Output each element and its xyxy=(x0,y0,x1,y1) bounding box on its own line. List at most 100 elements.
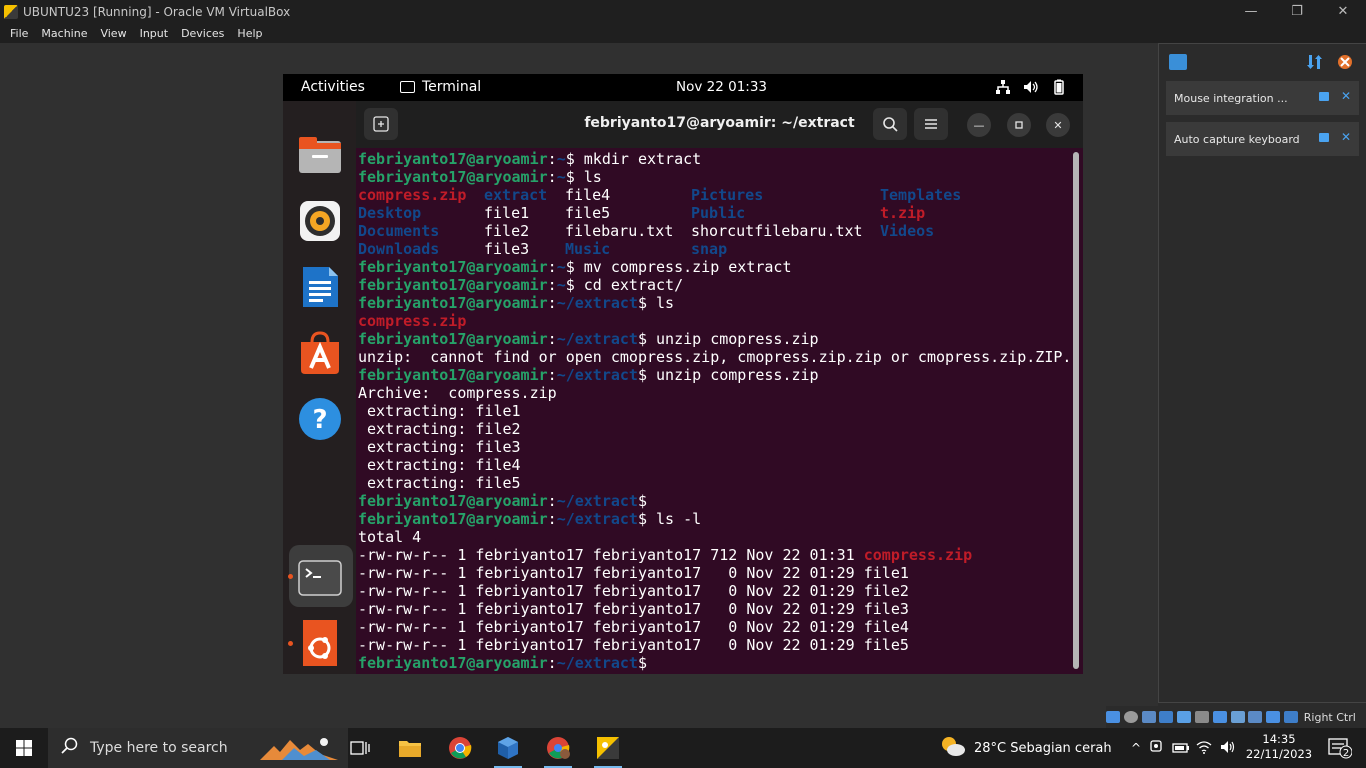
volume-icon[interactable] xyxy=(1220,739,1244,758)
taskbar-clock[interactable]: 14:35 22/11/2023 xyxy=(1244,732,1314,762)
terminal-icon[interactable] xyxy=(297,555,343,601)
prompt-user-host: febriyanto17@aryoamir xyxy=(358,330,548,348)
rhythmbox-icon[interactable] xyxy=(297,198,343,244)
chrome-profile-icon[interactable] xyxy=(534,728,582,768)
notification-info-icon[interactable] xyxy=(1319,133,1329,142)
menu-help[interactable]: Help xyxy=(237,27,262,40)
clear-all-icon[interactable] xyxy=(1336,53,1354,69)
prompt-path: ~/extract xyxy=(556,294,638,312)
restore-button[interactable]: ❐ xyxy=(1274,0,1320,23)
ls-row: Desktop file1 file5 Public t.zip xyxy=(358,204,1070,222)
task-view-button[interactable] xyxy=(336,728,384,768)
search-highlight-image xyxy=(260,736,338,766)
notification-mouse-integration[interactable]: Mouse integration ... ✕ xyxy=(1166,81,1359,115)
optical-drive-icon[interactable] xyxy=(1123,711,1138,723)
clock-date: 22/11/2023 xyxy=(1245,747,1313,761)
recording-icon[interactable] xyxy=(1230,711,1245,723)
menu-input[interactable]: Input xyxy=(140,27,168,40)
prompt-sep: : xyxy=(547,492,557,510)
ls-long-row: -rw-rw-r-- 1 febriyanto17 febriyanto17 7… xyxy=(358,546,1070,564)
harddisk-icon[interactable] xyxy=(1106,711,1120,723)
minimize-button[interactable]: — xyxy=(1228,0,1274,23)
network-icon[interactable] xyxy=(995,79,1011,95)
chevron-up-icon[interactable]: ^ xyxy=(1124,741,1148,755)
virtualbox-icon xyxy=(4,4,18,19)
ls-row: compress.zip extract file4 Pictures Template… xyxy=(358,186,1070,204)
terminal-window[interactable]: febriyanto17@aryoamir: ~/extract — ✕ feb… xyxy=(356,101,1083,674)
ubuntu-desktop: Activities Terminal Nov 22 01:33 ? febri… xyxy=(283,74,1083,674)
notification-center-icon[interactable] xyxy=(1169,54,1187,70)
clock-time: 14:35 xyxy=(1262,732,1296,746)
shared-folders-icon[interactable] xyxy=(1194,711,1209,723)
vbox-menubar: File Machine View Input Devices Help xyxy=(0,23,1366,43)
hamburger-menu-button[interactable] xyxy=(914,108,948,140)
weather-text: 28°C Sebagian cerah xyxy=(974,740,1112,756)
meet-now-icon[interactable] xyxy=(1148,738,1172,758)
keyboard-icon[interactable] xyxy=(1283,711,1298,723)
terminal-output[interactable]: febriyanto17@aryoamir:~$ mkdir extract fe… xyxy=(358,150,1070,674)
weather-widget[interactable]: 28°C Sebagian cerah xyxy=(940,728,1112,768)
output-line: unzip: cannot find or open cmopress.zip,… xyxy=(358,348,1070,366)
prompt-sep: : xyxy=(547,510,557,528)
file-explorer-icon[interactable] xyxy=(386,728,434,768)
chrome-icon[interactable] xyxy=(436,728,484,768)
menu-file[interactable]: File xyxy=(10,27,28,40)
ls-long-name: file3 xyxy=(863,600,909,618)
usb-icon[interactable] xyxy=(1177,711,1192,723)
terminal-scrollbar[interactable] xyxy=(1073,152,1079,669)
app-center-icon[interactable] xyxy=(297,330,343,376)
virtualbox-taskbar-icon[interactable] xyxy=(484,728,532,768)
ls-long-row: -rw-rw-r-- 1 febriyanto17 febriyanto17 0… xyxy=(358,564,1070,582)
menu-view[interactable]: View xyxy=(100,27,126,40)
weather-partly-cloudy-icon xyxy=(940,735,966,761)
notification-close-icon[interactable]: ✕ xyxy=(1341,89,1351,103)
menu-machine[interactable]: Machine xyxy=(41,27,87,40)
menu-devices[interactable]: Devices xyxy=(181,27,224,40)
taskbar-search[interactable]: Type here to search xyxy=(48,728,348,768)
ubuntu-vm-taskbar-icon[interactable] xyxy=(584,728,632,768)
app-menu[interactable]: Terminal xyxy=(400,79,481,95)
close-button[interactable]: ✕ xyxy=(1320,0,1366,23)
wifi-icon[interactable] xyxy=(1196,739,1220,758)
help-icon[interactable]: ? xyxy=(297,396,343,442)
audio-icon[interactable] xyxy=(1141,711,1156,723)
libreoffice-writer-icon[interactable] xyxy=(297,264,343,310)
notification-keyboard-capture[interactable]: Auto capture keyboard ... ✕ xyxy=(1166,122,1359,156)
gnome-topbar: Activities Terminal Nov 22 01:33 xyxy=(283,74,1083,101)
cpu-icon[interactable] xyxy=(1248,711,1263,723)
prompt-command: $ ls xyxy=(565,168,602,186)
notification-close-icon[interactable]: ✕ xyxy=(1341,130,1351,144)
prompt-sep: : xyxy=(547,276,557,294)
ubuntu-installer-icon[interactable] xyxy=(297,620,343,666)
prompt-path: ~/extract xyxy=(556,654,638,672)
ls-long-name: file2 xyxy=(863,582,909,600)
prompt-sep: : xyxy=(547,294,557,312)
terminal-minimize-button[interactable]: — xyxy=(967,113,991,137)
battery-icon[interactable] xyxy=(1172,739,1196,758)
terminal-maximize-button[interactable] xyxy=(1007,113,1031,137)
volume-icon[interactable] xyxy=(1023,79,1039,95)
files-icon[interactable] xyxy=(297,133,343,179)
ls-row: Downloads file3 Music snap xyxy=(358,240,1070,258)
sort-icon[interactable] xyxy=(1307,54,1325,70)
output-line: extracting: file2 xyxy=(358,420,1070,438)
mouse-integration-icon[interactable] xyxy=(1266,711,1281,723)
network-icon[interactable] xyxy=(1159,711,1174,723)
terminal-close-button[interactable]: ✕ xyxy=(1046,113,1070,137)
notification-info-icon[interactable] xyxy=(1319,92,1329,101)
notification-count: 2 xyxy=(1343,748,1349,759)
prompt-user-host: febriyanto17@aryoamir xyxy=(358,168,548,186)
gnome-clock[interactable]: Nov 22 01:33 xyxy=(676,79,767,95)
ls-entry: Templates xyxy=(880,186,962,204)
prompt-command: $ ls xyxy=(637,294,675,312)
battery-icon[interactable] xyxy=(1051,79,1067,95)
start-button[interactable] xyxy=(0,728,48,768)
display-icon[interactable] xyxy=(1212,711,1227,723)
ls-long-meta: -rw-rw-r-- 1 febriyanto17 febriyanto17 0… xyxy=(358,600,864,618)
activities-button[interactable]: Activities xyxy=(301,79,365,95)
action-center-button[interactable]: 2 xyxy=(1320,728,1360,768)
window-title: UBUNTU23 [Running] - Oracle VM VirtualBo… xyxy=(23,4,291,19)
search-button[interactable] xyxy=(873,108,907,140)
ls-long-meta: -rw-rw-r-- 1 febriyanto17 febriyanto17 0… xyxy=(358,618,864,636)
ls-entry: Documents xyxy=(358,222,440,240)
